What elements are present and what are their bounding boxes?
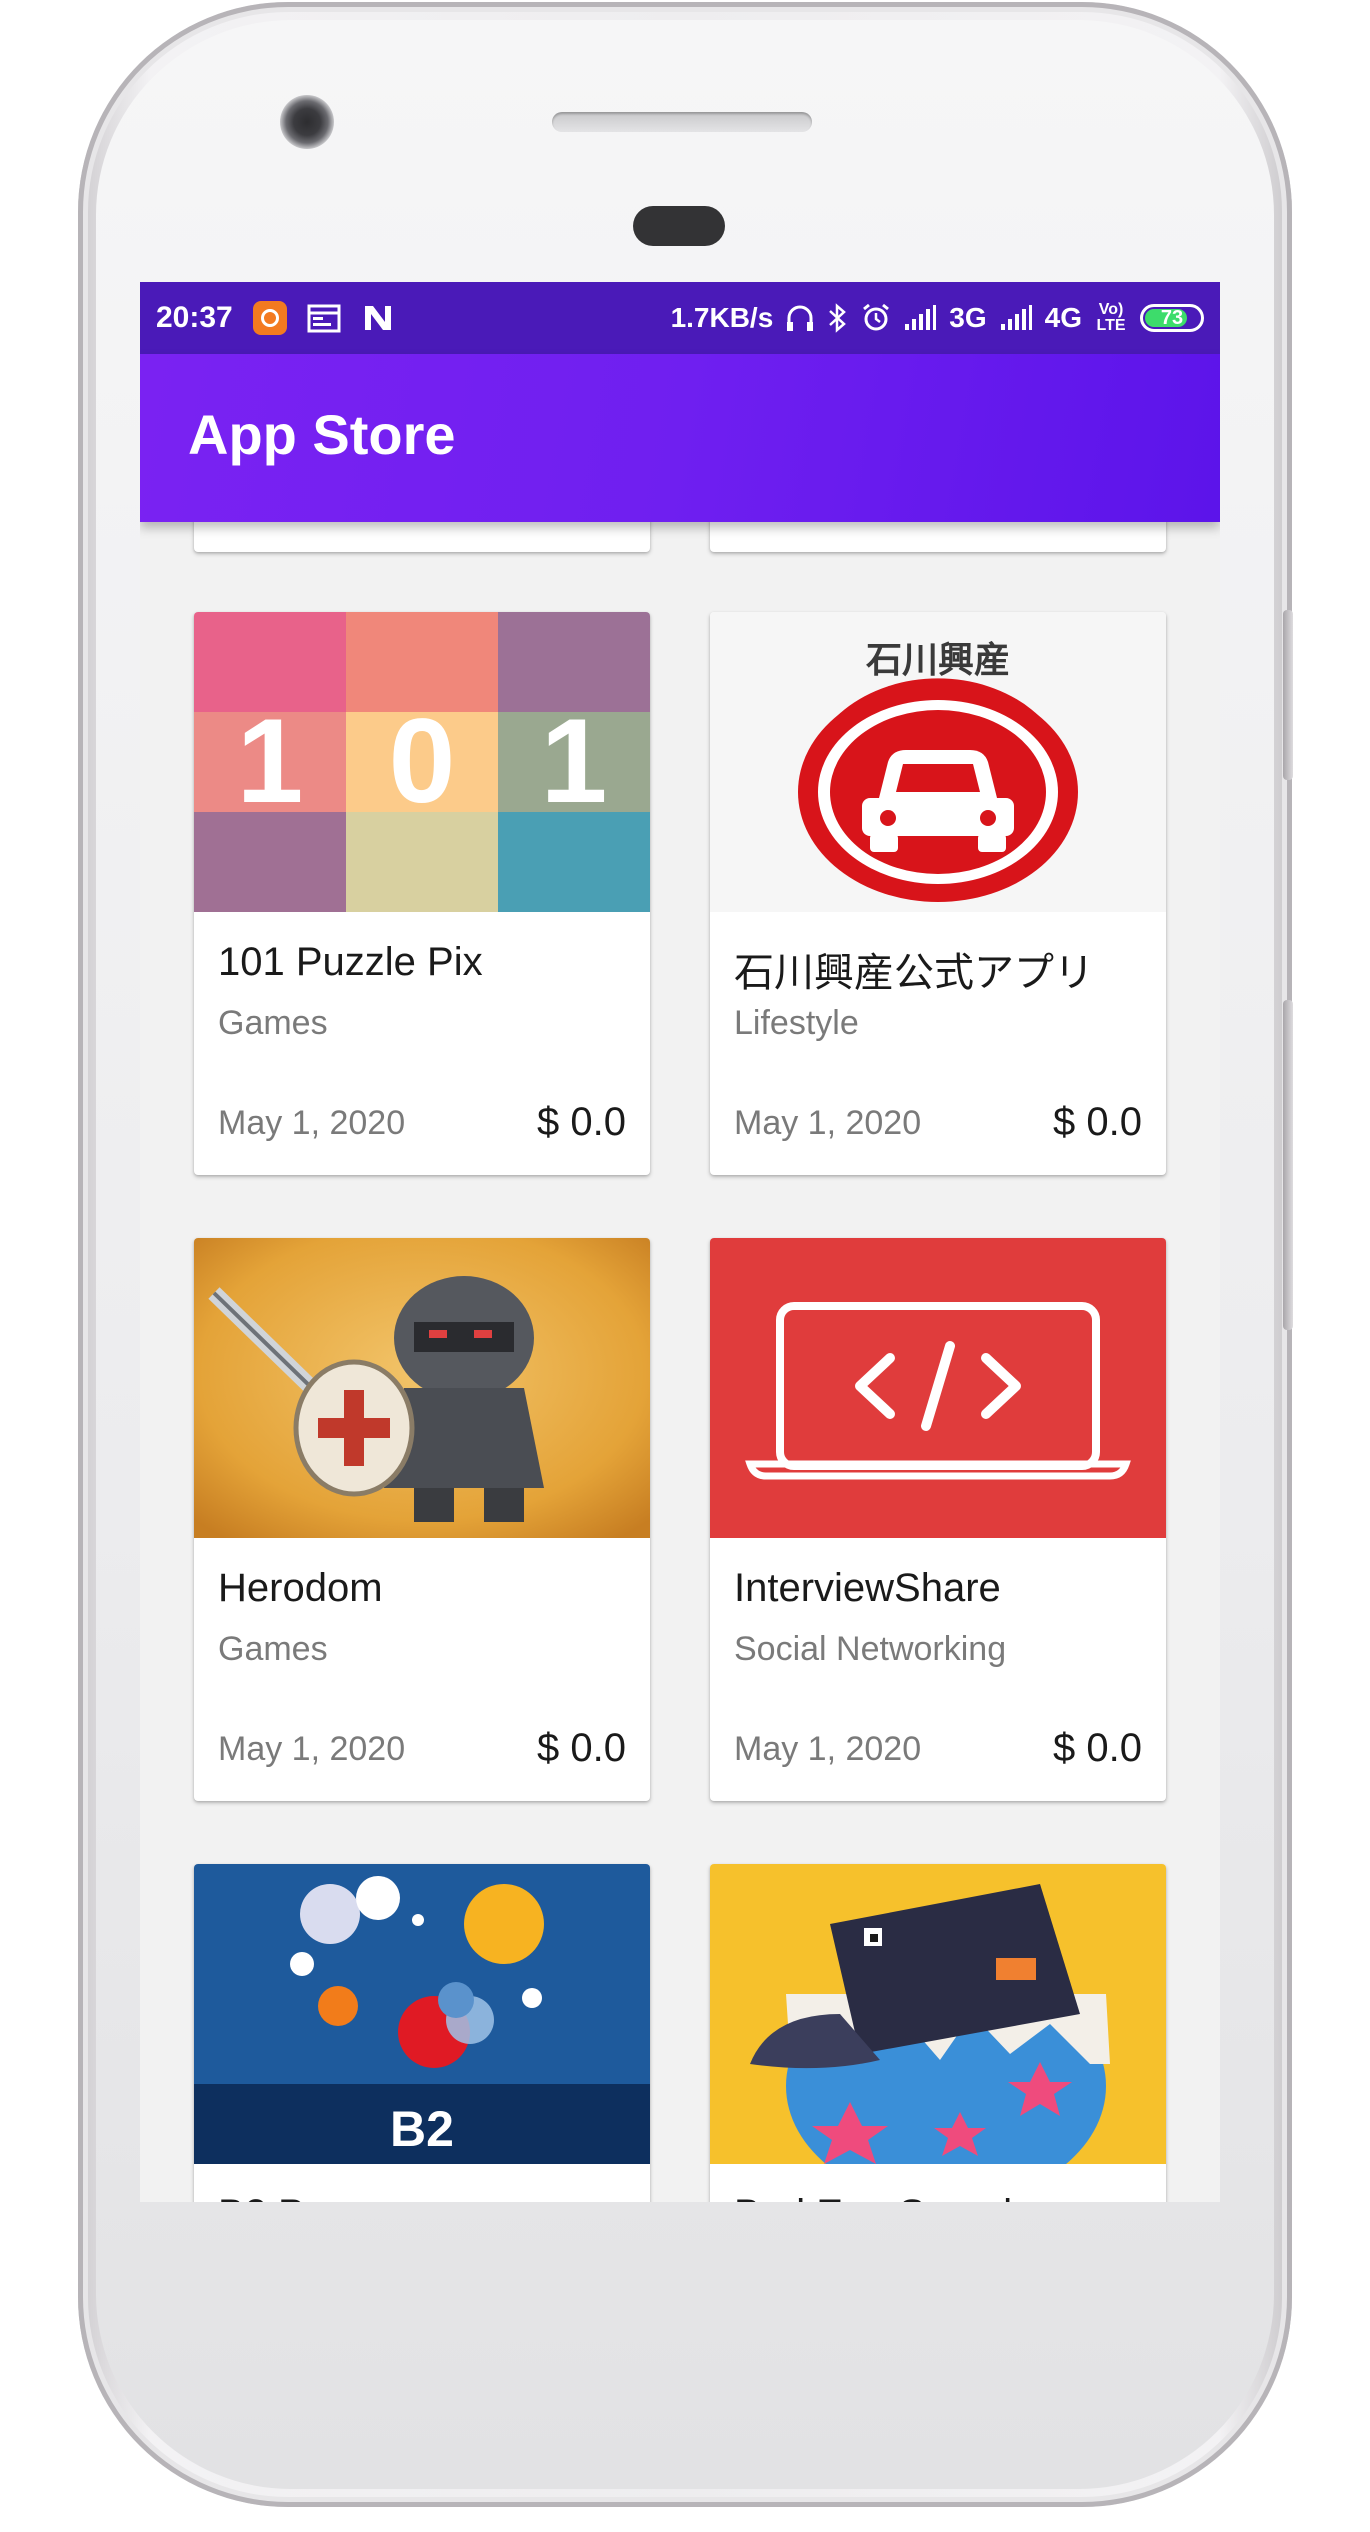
app-date-label: May 1, 2020 xyxy=(218,1104,406,1142)
knight-image xyxy=(194,1238,650,1538)
b2-bubbles-image: B2 xyxy=(194,1864,650,2164)
app-date-label: May 1, 2020 xyxy=(218,1730,406,1768)
svg-text:1: 1 xyxy=(237,694,304,828)
headphones-icon xyxy=(785,303,815,333)
laptop-code-image xyxy=(710,1238,1166,1538)
app-card[interactable]: InterviewShare Social Networking May 1, … xyxy=(710,1238,1166,1801)
app-card[interactable] xyxy=(194,522,650,552)
app-card[interactable]: Herodom Games May 1, 2020 $ 0.0 xyxy=(194,1238,650,1801)
app-title-label: Herodom xyxy=(218,1566,383,1610)
earpiece-speaker xyxy=(552,112,812,132)
app-price-label: $ 0.0 xyxy=(1053,1100,1142,1144)
app-date-label: May 1, 2020 xyxy=(734,1730,922,1768)
app-title: App Store xyxy=(188,403,456,466)
app-card[interactable] xyxy=(710,522,1166,552)
app-price-label: $ 0.0 xyxy=(1053,1726,1142,1770)
alarm-icon xyxy=(861,303,891,333)
car-logo-image: 石川興産 xyxy=(710,612,1166,912)
app-title-label: 101 Puzzle Pix xyxy=(218,940,483,984)
app-title-label: Bad Egg Search xyxy=(734,2192,1025,2202)
volte-indicator: Vo) LTE xyxy=(1096,301,1126,334)
app-card[interactable]: Bad Egg Search xyxy=(710,1864,1166,2202)
battery-level: 73 xyxy=(1160,306,1184,329)
signal-icon xyxy=(999,304,1033,332)
network-type-1: 3G xyxy=(949,302,987,333)
app-card[interactable]: 1 0 1 101 Puzzle Pix Games May 1, 2020 $… xyxy=(194,612,650,1175)
n-notification-icon xyxy=(361,303,395,333)
network-type-2: 4G xyxy=(1044,302,1082,333)
app-title-label: B2 Pay xyxy=(218,2192,347,2202)
puzzle-101-image: 1 0 1 xyxy=(194,612,650,912)
volume-button xyxy=(1283,610,1293,780)
front-camera xyxy=(280,95,334,149)
app-title-label: 石川興産公式アプリ xyxy=(734,951,1094,995)
egg-creature-image xyxy=(710,1864,1166,2164)
app-card[interactable]: 石川興産 石川興産公式アプリ Lifestyle May 1, 2020 $ 0… xyxy=(710,612,1166,1175)
proximity-sensor xyxy=(633,206,725,246)
app-price-label: $ 0.0 xyxy=(537,1726,626,1770)
app-grid[interactable]: 1 0 1 101 Puzzle Pix Games May 1, 2020 $… xyxy=(140,522,1220,2202)
app-bar: App Store xyxy=(140,354,1220,522)
car-logo-text: 石川興産 xyxy=(866,640,1010,681)
b2-logo-text: B2 xyxy=(390,2101,454,2157)
app-card[interactable]: B2 B2 Pay xyxy=(194,1864,650,2202)
signal-icon xyxy=(903,304,937,332)
battery-icon: 73 xyxy=(1140,304,1204,332)
svg-text:0: 0 xyxy=(389,694,456,828)
status-time: 20:37 xyxy=(156,301,233,334)
app-category-label: Social Networking xyxy=(734,1630,1007,1668)
mi-app-icon xyxy=(252,301,287,335)
bluetooth-icon xyxy=(827,303,849,333)
app-category-label: Lifestyle xyxy=(734,1004,859,1042)
net-speed: 1.7KB/s xyxy=(670,302,774,333)
calendar-icon xyxy=(307,303,341,333)
app-title-label: InterviewShare xyxy=(734,1566,1001,1610)
app-category-label: Games xyxy=(218,1004,328,1042)
app-category-label: Games xyxy=(218,1630,328,1668)
app-date-label: May 1, 2020 xyxy=(734,1104,922,1142)
power-button xyxy=(1283,1000,1293,1330)
phone-screen: 20:37 1.7KB/s 3G 4G Vo) LTE 73 App Store… xyxy=(140,282,1220,2202)
app-price-label: $ 0.0 xyxy=(537,1100,626,1144)
svg-text:1: 1 xyxy=(541,694,608,828)
status-bar: 20:37 1.7KB/s 3G 4G Vo) LTE 73 xyxy=(140,282,1220,354)
